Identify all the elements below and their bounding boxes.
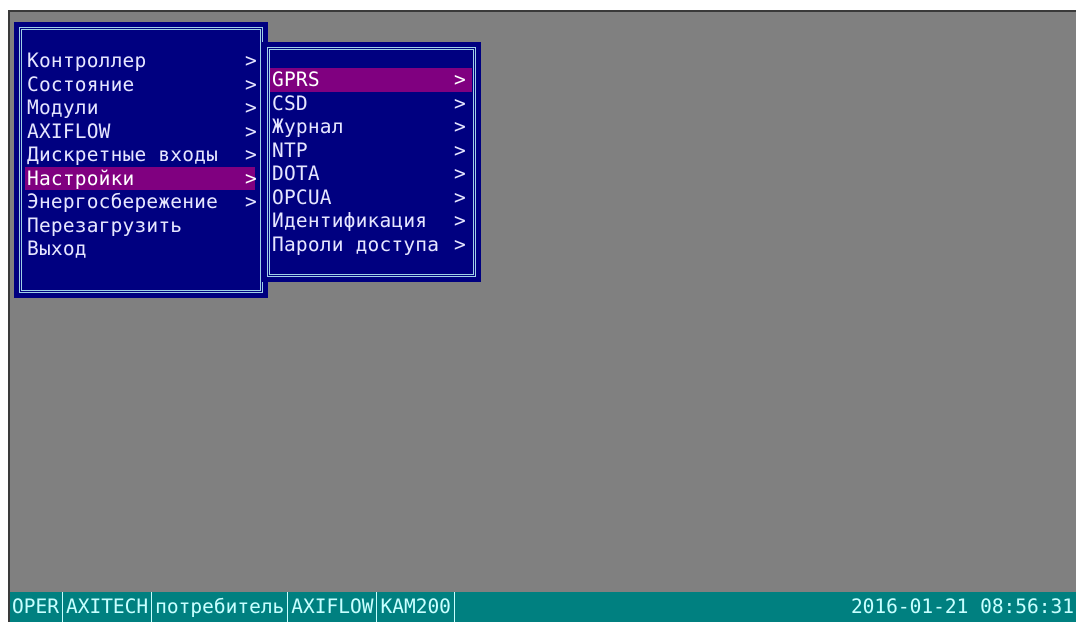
- main-menu: Контроллер > Состояние > Модули > AXIFLO…: [14, 22, 268, 298]
- chevron-right-icon: >: [245, 143, 257, 166]
- menu-item-status[interactable]: Состояние >: [25, 72, 257, 97]
- submenu-item-label: GPRS: [272, 68, 320, 91]
- status-datetime: 2016-01-21 08:56:31: [850, 595, 1074, 618]
- submenu-item-label: Журнал: [272, 115, 344, 138]
- submenu-item-label: Идентификация: [272, 209, 428, 232]
- menu-item-exit[interactable]: Выход: [25, 237, 255, 261]
- submenu-items: GPRS > CSD > Журнал > NTP > DOTA > OPCUA…: [270, 68, 472, 256]
- chevron-right-icon: >: [454, 68, 466, 91]
- submenu-item-label: NTP: [272, 138, 308, 162]
- menu-item-axiflow[interactable]: AXIFLOW >: [25, 119, 257, 144]
- menu-item-discrete-inputs[interactable]: Дискретные входы >: [25, 143, 257, 167]
- status-user-role: потребитель: [152, 592, 289, 622]
- menu-item-label: Дискретные входы: [27, 143, 219, 166]
- chevron-right-icon: >: [454, 138, 466, 162]
- chevron-right-icon: >: [454, 209, 466, 232]
- menu-item-modules[interactable]: Модули >: [25, 96, 257, 120]
- chevron-right-icon: >: [245, 49, 257, 72]
- status-system: AXIFLOW: [288, 592, 378, 622]
- chevron-right-icon: >: [245, 119, 257, 143]
- status-vendor: AXITECH: [63, 592, 153, 622]
- menu-item-controller[interactable]: Контроллер >: [25, 49, 257, 73]
- submenu-item-label: DOTA: [272, 162, 320, 185]
- submenu-item-label: Пароли доступа: [272, 232, 440, 256]
- chevron-right-icon: >: [454, 115, 466, 138]
- chevron-right-icon: >: [245, 96, 257, 119]
- chevron-right-icon: >: [454, 162, 466, 185]
- status-bar: OPER AXITECH потребитель AXIFLOW KAM200 2016…: [10, 592, 1076, 622]
- submenu-item-identification[interactable]: Идентификация >: [270, 209, 472, 233]
- status-mode: OPER: [10, 592, 63, 622]
- submenu-item-dota[interactable]: DOTA >: [270, 162, 472, 186]
- menu-item-label: Настройки: [27, 166, 135, 190]
- chevron-right-icon: >: [245, 190, 257, 213]
- submenu-item-csd[interactable]: CSD >: [270, 92, 472, 116]
- submenu-item-opcua[interactable]: OPCUA >: [270, 186, 472, 210]
- submenu-item-access-passwords[interactable]: Пароли доступа >: [270, 233, 472, 257]
- submenu-item-ntp[interactable]: NTP >: [270, 139, 472, 163]
- submenu-item-gprs[interactable]: GPRS >: [270, 68, 472, 92]
- terminal-screen: Контроллер > Состояние > Модули > AXIFLO…: [8, 10, 1076, 622]
- submenu-item-label: OPCUA: [272, 185, 332, 209]
- menu-item-label: Модули: [27, 96, 99, 119]
- menu-item-energy-saving[interactable]: Энергосбережение >: [25, 190, 257, 214]
- menu-item-reboot[interactable]: Перезагрузить: [25, 214, 255, 238]
- menu-item-label: Выход: [27, 237, 87, 260]
- main-menu-items: Контроллер > Состояние > Модули > AXIFLO…: [25, 49, 257, 261]
- chevron-right-icon: >: [454, 91, 466, 115]
- menu-item-label: Энергосбережение: [27, 190, 219, 213]
- chevron-right-icon: >: [454, 185, 466, 209]
- menu-item-label: Перезагрузить: [27, 213, 183, 237]
- chevron-right-icon: >: [245, 166, 257, 190]
- submenu-item-label: CSD: [272, 91, 308, 115]
- settings-submenu: GPRS > CSD > Журнал > NTP > DOTA > OPCUA…: [262, 42, 481, 282]
- menu-item-label: Контроллер: [27, 49, 147, 72]
- chevron-right-icon: >: [245, 72, 257, 96]
- menu-item-label: Состояние: [27, 72, 135, 96]
- menu-item-label: AXIFLOW: [27, 119, 111, 143]
- menu-item-settings[interactable]: Настройки >: [25, 166, 257, 190]
- status-device: KAM200: [377, 592, 455, 622]
- submenu-item-journal[interactable]: Журнал >: [270, 115, 472, 139]
- chevron-right-icon: >: [454, 232, 466, 256]
